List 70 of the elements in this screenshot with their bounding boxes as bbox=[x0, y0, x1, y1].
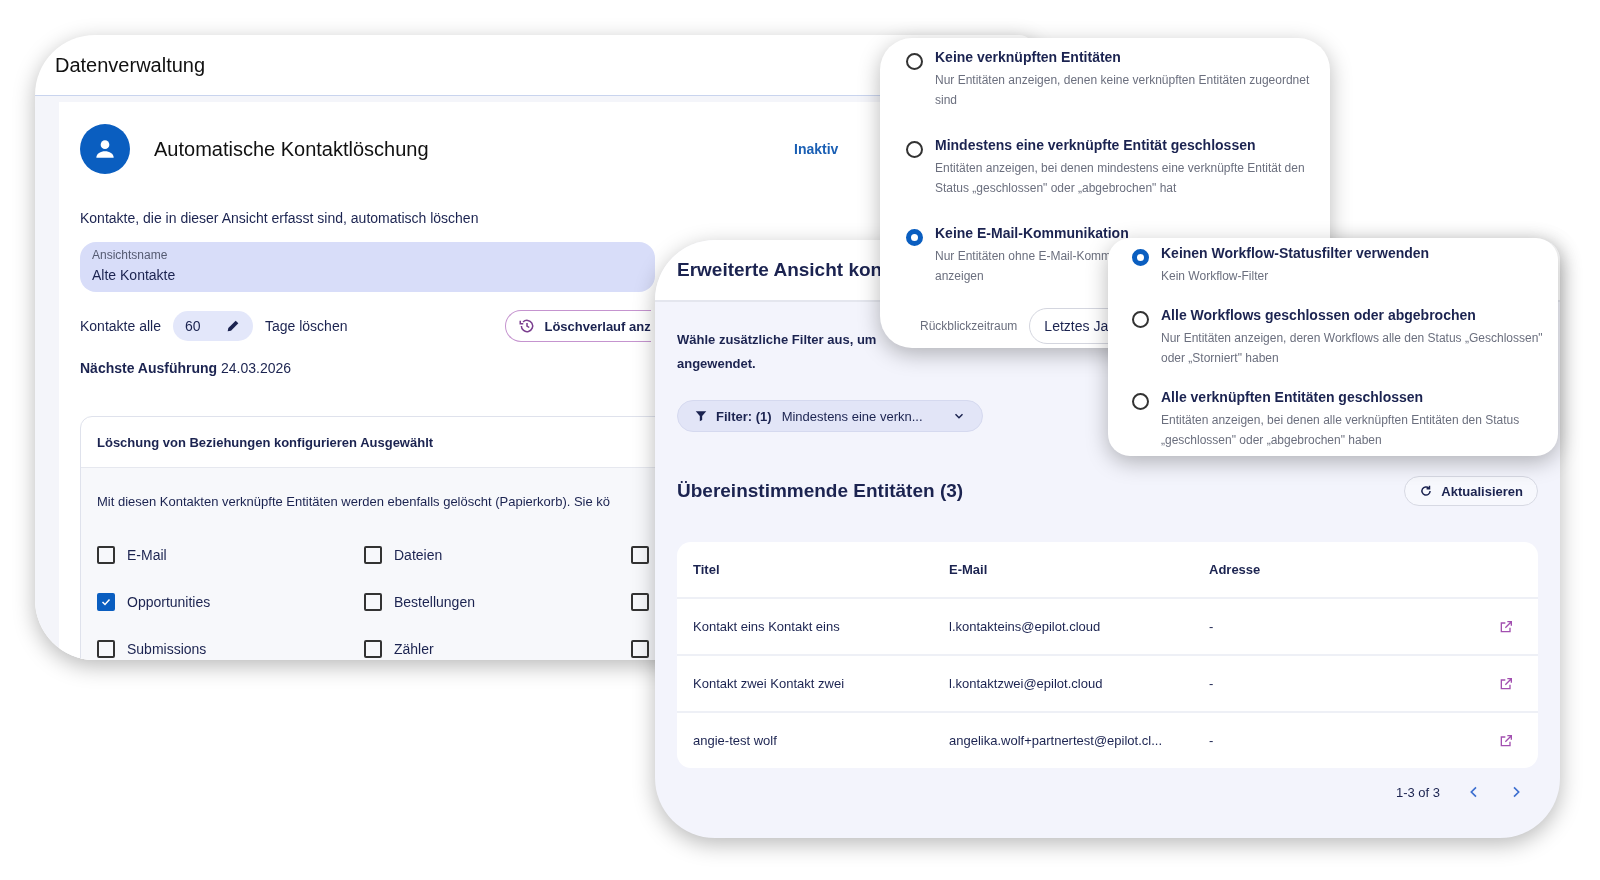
option-description: Entitäten anzeigen, bei denen alle verknüpften Entitäten den Status „geschlossen" oder „abgebrochen" haben bbox=[1161, 412, 1521, 449]
checkbox[interactable] bbox=[364, 593, 382, 611]
option-title: Mindestens eine verknüpfte Entität geschlossen bbox=[935, 136, 1257, 155]
refresh-icon bbox=[1419, 484, 1434, 498]
option-title: Keine verknüpften Entitäten bbox=[935, 48, 1122, 67]
column-header: Titel bbox=[693, 562, 721, 577]
checkbox[interactable] bbox=[631, 546, 649, 564]
radio-button[interactable] bbox=[1132, 249, 1149, 266]
view-name-field[interactable]: Ansichtsname Alte Kontakte bbox=[80, 242, 655, 292]
checkbox-label: Dateien bbox=[394, 547, 443, 563]
interval-label: Kontakte alle bbox=[80, 318, 161, 334]
dialog-title: Erweiterte Ansicht kon bbox=[677, 259, 883, 281]
option-description: Nur Entitäten ohne E-Mail-Komm anzeigen bbox=[935, 248, 1113, 285]
table-cell-text: l.kontakteins@epilot.cloud bbox=[949, 619, 1102, 634]
external-link-icon[interactable] bbox=[1498, 732, 1514, 749]
radio-button[interactable] bbox=[906, 229, 923, 246]
relations-title: Löschung von Beziehungen konfigurieren Ausgewählt bbox=[97, 434, 434, 450]
table-cell-text: Kontakt eins Kontakt eins bbox=[693, 619, 841, 634]
table-cell-text: - bbox=[1209, 676, 1215, 691]
radio-button[interactable] bbox=[906, 53, 923, 70]
external-link-icon[interactable] bbox=[1498, 618, 1514, 635]
check-icon bbox=[100, 596, 112, 608]
checkbox[interactable] bbox=[364, 546, 382, 564]
option-description: Nur Entitäten anzeigen, deren Workflows alle den Status „Geschlossen" oder „Storniert" haben bbox=[1161, 330, 1544, 367]
table-cell-text: angie-test wolf bbox=[693, 733, 778, 748]
filter-dropdown[interactable]: Filter: (1) Mindestens eine verkn... bbox=[677, 400, 983, 432]
checkbox-label: Bestellungen bbox=[394, 594, 475, 610]
table-cell-text: angelika.wolf+partnertest@epilot.cl... bbox=[949, 733, 1163, 748]
filter-icon bbox=[694, 409, 708, 423]
checkbox-label: Opportunities bbox=[127, 594, 211, 610]
option-title: Alle verknüpften Entitäten geschlossen bbox=[1161, 388, 1425, 407]
lookback-label: Rückblickzeitraum bbox=[920, 319, 1018, 333]
days-input[interactable]: 60 bbox=[172, 311, 253, 341]
column-header: E-Mail bbox=[949, 562, 989, 577]
column-header: Adresse bbox=[1209, 562, 1262, 577]
radio-button[interactable] bbox=[1132, 311, 1149, 328]
checkbox[interactable] bbox=[631, 593, 649, 611]
status-label: Inaktiv bbox=[794, 141, 839, 157]
relations-description: Mit diesen Kontakten verknüpfte Entitäten werden ebenfalls gelöscht (Papierkorb). Sie kö bbox=[97, 494, 612, 509]
option-title: Keine E-Mail-Kommunikation bbox=[935, 224, 1129, 243]
checkbox[interactable] bbox=[364, 640, 382, 658]
checkbox-label: Submissions bbox=[127, 641, 207, 657]
page-title: Datenverwaltung bbox=[55, 53, 206, 77]
radio-button[interactable] bbox=[906, 141, 923, 158]
option-description: Kein Workflow-Filter bbox=[1161, 268, 1270, 285]
pagination-text: 1-3 of 3 bbox=[1395, 784, 1440, 800]
interval-suffix: Tage löschen bbox=[264, 318, 348, 334]
table-cell-text: l.kontaktzwei@epilot.cloud bbox=[949, 676, 1104, 691]
radio-button[interactable] bbox=[1132, 393, 1149, 410]
checkbox[interactable] bbox=[97, 593, 115, 611]
option-title: Keinen Workflow-Statusfilter verwenden bbox=[1161, 244, 1430, 263]
checkbox[interactable] bbox=[97, 640, 115, 658]
refresh-button[interactable]: Aktualisieren bbox=[1404, 476, 1538, 506]
checkbox[interactable] bbox=[97, 546, 115, 564]
history-button[interactable]: Löschverlauf anz bbox=[505, 310, 651, 342]
option-description: Nur Entitäten anzeigen, denen keine verknüpften Entitäten zugeordnet sind bbox=[935, 72, 1311, 109]
external-link-icon[interactable] bbox=[1498, 675, 1514, 692]
description-text: Kontakte, die in dieser Ansicht erfasst sind, automatisch löschen bbox=[80, 210, 479, 226]
option-description: Entitäten anzeigen, bei denen mindestens eine verknüpfte Entität den Status „geschlossen" oder „abgebrochen" hat bbox=[935, 160, 1306, 197]
option-title: Alle Workflows geschlossen oder abgebrochen bbox=[1161, 306, 1477, 325]
checkbox[interactable] bbox=[631, 640, 649, 658]
intro-text: Wähle zusätzliche Filter aus, um angewendet. bbox=[677, 331, 877, 373]
table-cell-text: - bbox=[1209, 619, 1215, 634]
results-title: Übereinstimmende Entitäten (3) bbox=[677, 480, 964, 502]
checkbox-label: E-Mail bbox=[127, 547, 167, 563]
next-run-text: Nächste Ausführung 24.03.2026 bbox=[80, 360, 292, 376]
section-title: Automatische Kontaktlöschung bbox=[154, 137, 430, 161]
checkbox-label: Zähler bbox=[394, 641, 434, 657]
table-cell-text: Kontakt zwei Kontakt zwei bbox=[693, 676, 846, 691]
table-cell-text: - bbox=[1209, 733, 1215, 748]
